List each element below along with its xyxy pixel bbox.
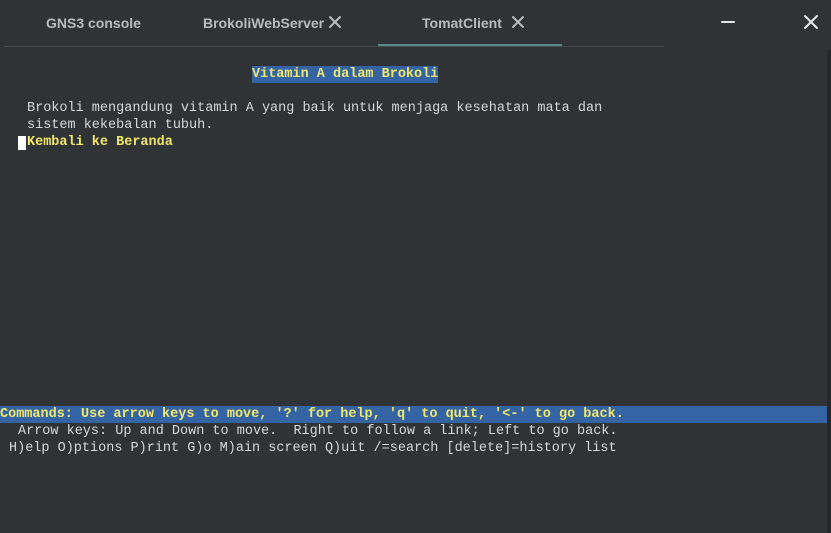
- scrollbar-track[interactable]: [827, 50, 831, 533]
- tab-label: TomatClient: [422, 15, 502, 31]
- minimize-icon[interactable]: [717, 11, 739, 33]
- commands-text: Commands: Use arrow keys to move, '?' fo…: [0, 407, 624, 422]
- link-home[interactable]: Kembali ke Beranda: [27, 134, 173, 151]
- body-text-line: Brokoli mengandung vitamin A yang baik u…: [27, 101, 603, 116]
- close-icon[interactable]: [326, 13, 344, 31]
- text-cursor: [18, 136, 26, 150]
- close-icon[interactable]: [800, 11, 822, 33]
- help-text-line: H)elp O)ptions P)rint G)o M)ain screen Q…: [9, 441, 617, 456]
- help-text-line: Arrow keys: Up and Down to move. Right t…: [18, 424, 618, 439]
- terminal-window: GNS3 console BrokoliWebServer TomatClien…: [0, 0, 831, 533]
- terminal-output[interactable]: Vitamin A dalam Brokoli Brokoli mengandu…: [0, 47, 827, 533]
- page-title: Vitamin A dalam Brokoli: [252, 66, 439, 83]
- tab-brokoliwebserver[interactable]: BrokoliWebServer: [178, 0, 378, 46]
- tab-gns3-console[interactable]: GNS3 console: [4, 0, 178, 46]
- tab-label: BrokoliWebServer: [203, 15, 325, 31]
- close-icon[interactable]: [509, 13, 527, 31]
- tab-tomatclient[interactable]: TomatClient: [378, 0, 562, 46]
- title-bar: GNS3 console BrokoliWebServer TomatClien…: [0, 0, 831, 47]
- tab-label: GNS3 console: [46, 15, 141, 31]
- body-text-line: sistem kekebalan tubuh.: [27, 118, 214, 133]
